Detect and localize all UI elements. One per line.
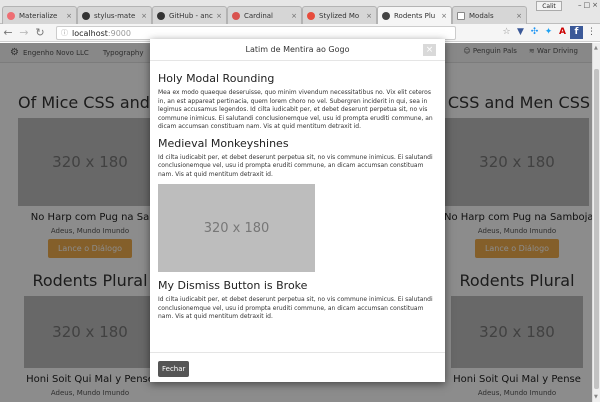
modal-dialog: Latim de Mentira ao Gogo × Holy Modal Ro… — [150, 39, 445, 382]
url-host: localhost — [72, 28, 108, 38]
page-favicon-icon — [457, 11, 465, 20]
browser-tab-materialize[interactable]: Materialize × — [2, 6, 77, 24]
close-button[interactable]: Fechar — [158, 361, 190, 377]
close-tab-icon[interactable]: × — [366, 12, 372, 20]
scroll-down-icon[interactable]: ▼ — [594, 394, 598, 400]
menu-icon[interactable]: ⋮ — [585, 26, 598, 39]
close-tab-icon[interactable]: × — [141, 12, 147, 20]
cardinal-favicon-icon — [232, 11, 240, 20]
browser-tab-bar: Materialize × stylus-mate × GitHub - anc… — [0, 0, 600, 24]
modal-image-placeholder: 320 x 180 — [158, 184, 315, 272]
reload-icon[interactable]: ↻ — [32, 26, 48, 39]
close-tab-icon[interactable]: × — [216, 12, 222, 20]
section-text: Mea ex modo quaeque deseruisse, quo mini… — [158, 89, 433, 130]
browser-tab-cardinal[interactable]: Cardinal × — [227, 6, 302, 24]
close-tab-icon[interactable]: × — [441, 12, 447, 20]
modal-footer: Fechar — [150, 352, 445, 382]
url-port: :9000 — [107, 28, 131, 38]
section-heading: Medieval Monkeyshines — [158, 136, 289, 150]
modal-close-icon[interactable]: × — [423, 44, 436, 56]
github-favicon-icon — [157, 11, 165, 20]
minimize-icon[interactable]: – — [578, 1, 582, 9]
maximize-icon[interactable]: □ — [584, 1, 591, 9]
page-scrollbar[interactable]: ▲ ▼ — [592, 43, 600, 402]
target-favicon-icon — [307, 11, 315, 20]
modal-header: Latim de Mentira ao Gogo × — [150, 39, 445, 61]
section-text: Id cilta iudicabit per, et debet deserun… — [158, 296, 433, 320]
window-user-badge: Calit — [536, 1, 562, 11]
tab-label: stylus-mate — [94, 11, 136, 20]
github-favicon-icon — [82, 11, 90, 20]
section-heading: My Dismiss Button is Broke — [158, 279, 308, 292]
tab-label: Cardinal — [244, 11, 273, 20]
close-tab-icon[interactable]: × — [66, 12, 72, 20]
section-heading: Holy Modal Rounding — [158, 72, 275, 85]
window-controls: – □ × — [578, 1, 598, 9]
modal-title: Latim de Mentira ao Gogo — [245, 45, 350, 54]
a-extension-icon[interactable]: A — [556, 26, 569, 39]
facebook-extension-icon[interactable]: f — [570, 26, 583, 39]
close-tab-icon[interactable]: × — [291, 12, 297, 20]
tab-label: Rodents Plu — [394, 11, 436, 20]
tab-label: Modals — [469, 11, 494, 20]
browser-tab-rodents[interactable]: Rodents Plu × — [377, 6, 452, 24]
shield-extension-icon[interactable]: ▼ — [514, 26, 527, 39]
forward-icon[interactable]: → — [16, 26, 32, 39]
browser-tab-stylus[interactable]: stylus-mate × — [77, 6, 152, 24]
section-text: Id cilta iudicabit per, et debet deserun… — [158, 153, 433, 178]
browser-tab-github[interactable]: GitHub - anc × — [152, 6, 227, 24]
address-bar[interactable]: ⓘ localhost :9000 — [56, 26, 456, 40]
materialize-favicon-icon — [7, 11, 15, 20]
scroll-up-icon[interactable]: ▲ — [594, 45, 598, 51]
twitter-extension-icon[interactable]: ✦ — [542, 26, 555, 39]
tab-label: Stylized Mo — [319, 11, 360, 20]
close-window-icon[interactable]: × — [592, 1, 598, 9]
modal-body: Holy Modal Rounding Mea ex modo quaeque … — [158, 72, 436, 349]
close-tab-icon[interactable]: × — [516, 12, 522, 20]
tab-label: GitHub - anc — [169, 11, 213, 20]
tab-label: Materialize — [19, 11, 58, 20]
browser-tab-stylized[interactable]: Stylized Mo × — [302, 6, 377, 24]
biohazard-favicon-icon — [382, 11, 390, 20]
info-icon[interactable]: ⓘ — [61, 28, 68, 38]
wrench-extension-icon[interactable]: ✣ — [528, 26, 541, 39]
scrollbar-thumb[interactable] — [594, 69, 599, 389]
bookmark-star-icon[interactable]: ☆ — [500, 26, 513, 39]
back-icon[interactable]: ← — [0, 26, 16, 39]
browser-tab-modals[interactable]: Modals × — [452, 6, 527, 24]
